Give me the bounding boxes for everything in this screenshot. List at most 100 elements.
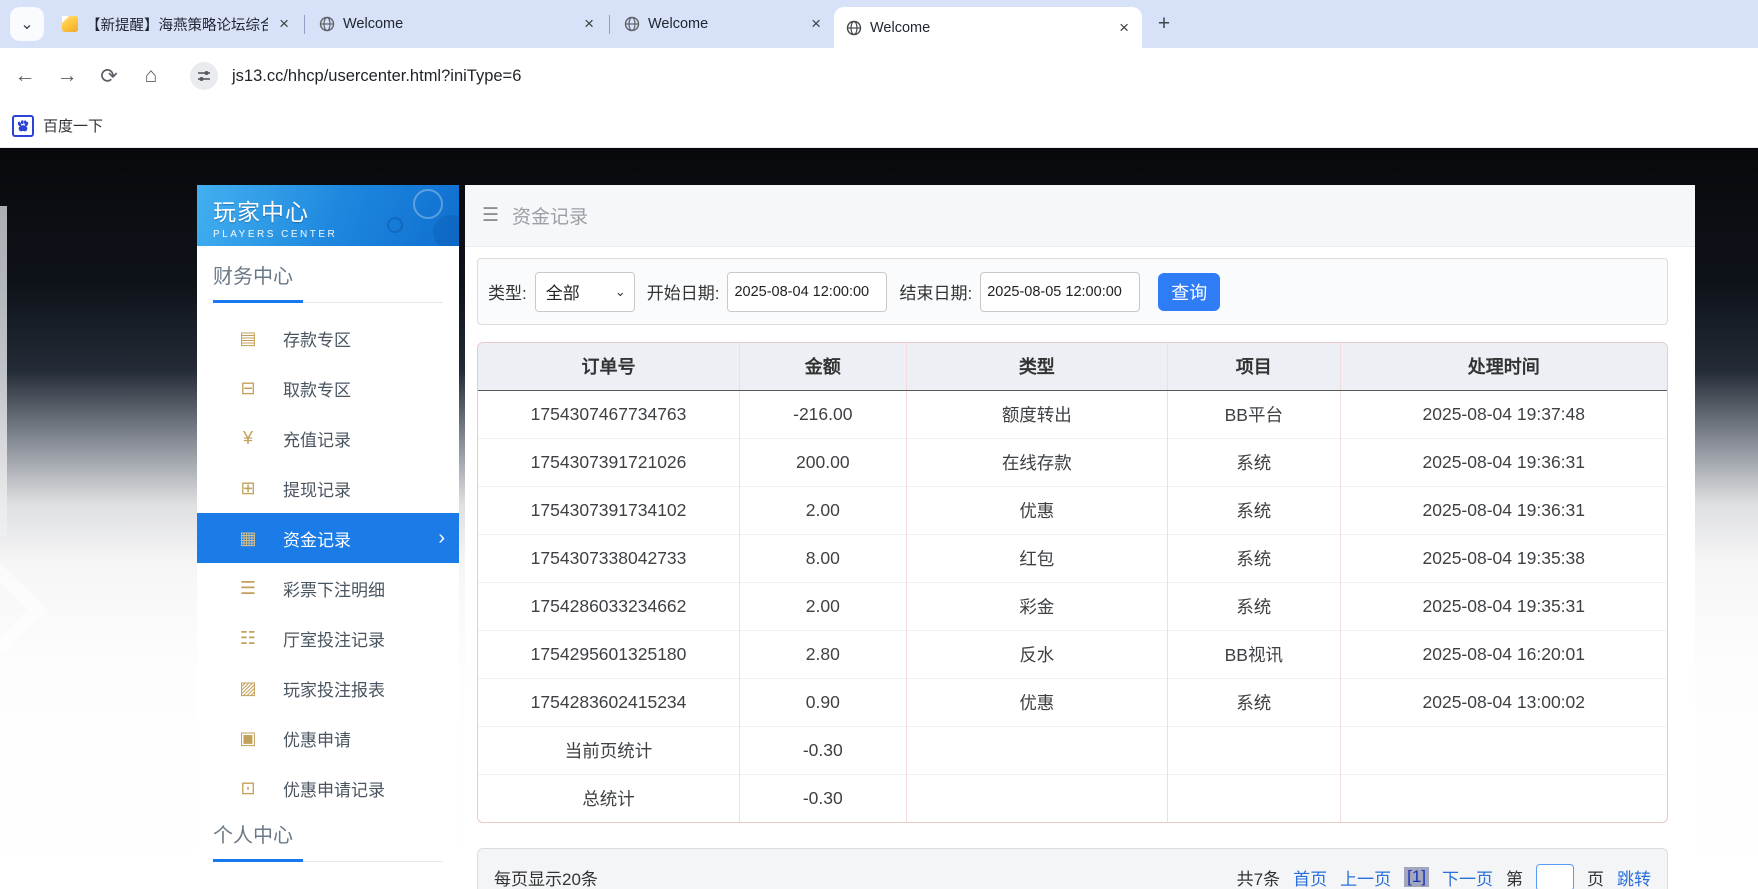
- sidebar-item-label: 彩票下注明细: [283, 576, 385, 601]
- chevron-down-icon: ⌄: [20, 14, 33, 34]
- table-row: 17543073380427338.00红包系统2025-08-04 19:35…: [478, 534, 1667, 582]
- finance-section: 财务中心: [197, 246, 459, 303]
- sidebar-item-label: 取款专区: [283, 376, 351, 401]
- table-cell: 2025-08-04 19:35:38: [1340, 534, 1667, 582]
- new-tab-button[interactable]: +: [1150, 10, 1178, 38]
- close-icon[interactable]: ×: [276, 14, 292, 34]
- browser-toolbar: ← → ⟳ ⌂ js13.cc/hhcp/usercenter.html?ini…: [0, 48, 1758, 104]
- jump-prefix-label: 第: [1506, 865, 1523, 889]
- promo-record-list-icon: ⊡: [235, 778, 261, 799]
- hamburger-icon[interactable]: ☰: [482, 204, 499, 227]
- tab-separator: [609, 15, 610, 34]
- sidebar-item-player-bet-report[interactable]: ▨玩家投注报表: [197, 663, 459, 713]
- type-select[interactable]: 全部 ⌄: [535, 272, 635, 312]
- section-underline: [213, 300, 443, 303]
- page-jump-input[interactable]: [1536, 864, 1574, 889]
- forward-icon[interactable]: →: [50, 64, 84, 88]
- end-date-label: 结束日期:: [899, 279, 972, 304]
- moneybag-icon: ¥: [235, 428, 261, 449]
- table-cell: 2025-08-04 13:00:02: [1340, 678, 1667, 726]
- table-cell: 额度转出: [906, 390, 1168, 438]
- close-icon[interactable]: ×: [581, 14, 597, 34]
- search-button[interactable]: 查询: [1158, 273, 1220, 311]
- sidebar-item-funds-records[interactable]: ▦资金记录›: [197, 513, 459, 563]
- jump-button[interactable]: 跳转: [1617, 865, 1651, 889]
- sidebar-item-label: 优惠申请记录: [283, 776, 385, 801]
- end-date-input[interactable]: [980, 272, 1140, 312]
- first-page-link[interactable]: 首页: [1293, 865, 1327, 889]
- table-cell: 当前页统计: [478, 726, 740, 774]
- start-date-input[interactable]: [727, 272, 887, 312]
- table-header-row: 订单号金额类型项目处理时间: [478, 343, 1667, 390]
- tab-forum[interactable]: 【新提醒】海燕策略论坛综合交 ×: [50, 7, 302, 41]
- globe-icon: [624, 16, 640, 32]
- table-header-cell: 订单号: [478, 343, 740, 390]
- table-cell: 1754307391734102: [478, 486, 740, 534]
- sidebar-item-label: 充值记录: [283, 426, 351, 451]
- jump-suffix-label: 页: [1587, 865, 1604, 889]
- table-cell: [906, 774, 1168, 822]
- table-cell: 200.00: [740, 438, 906, 486]
- sidebar-item-promo-apply-records[interactable]: ⊡ 优惠申请记录: [197, 763, 459, 813]
- site-settings-icon[interactable]: [190, 62, 218, 90]
- funds-record-panel: ☰ 资金记录 类型: 全部 ⌄ 开始日期: 结束日期: 查询 订单号金额类型项目…: [465, 185, 1695, 889]
- film-reel-icon: [413, 189, 443, 219]
- prev-page-link[interactable]: 上一页: [1340, 865, 1391, 889]
- table-cell: 2025-08-04 19:36:31: [1340, 486, 1667, 534]
- next-page-link[interactable]: 下一页: [1442, 865, 1493, 889]
- table-cell: 系统: [1168, 486, 1340, 534]
- sidebar-item-recharge-records[interactable]: ¥ 充值记录: [197, 413, 459, 463]
- table-cell: 2025-08-04 16:20:01: [1340, 630, 1667, 678]
- sidebar-item-label: 优惠申请: [283, 726, 351, 751]
- tab-welcome-1[interactable]: Welcome ×: [307, 7, 607, 41]
- bookmark-baidu[interactable]: 百度一下: [12, 115, 103, 137]
- close-icon[interactable]: ×: [1116, 18, 1132, 38]
- lottery-list-icon: ☰: [235, 578, 261, 599]
- table-cell: -0.30: [740, 774, 906, 822]
- tab-welcome-2[interactable]: Welcome ×: [612, 7, 834, 41]
- reload-icon[interactable]: ⟳: [92, 64, 126, 89]
- table-row: 17542836024152340.90优惠系统2025-08-04 13:00…: [478, 678, 1667, 726]
- table-cell: 系统: [1168, 438, 1340, 486]
- tab-title: Welcome: [343, 16, 573, 32]
- funds-table: 订单号金额类型项目处理时间1754307467734763-216.00额度转出…: [478, 343, 1667, 822]
- tab-welcome-active[interactable]: Welcome ×: [834, 7, 1142, 48]
- section-underline: [213, 859, 443, 862]
- table-cell: 2025-08-04 19:37:48: [1340, 390, 1667, 438]
- home-icon[interactable]: ⌂: [134, 64, 168, 88]
- tab-search-button[interactable]: ⌄: [10, 7, 44, 41]
- sidebar-header: 玩家中心 PLAYERS CENTER: [197, 185, 459, 246]
- table-cell: 1754283602415234: [478, 678, 740, 726]
- back-icon[interactable]: ←: [8, 64, 42, 88]
- finance-section-label: 财务中心: [213, 260, 443, 289]
- sidebar-item-hall-bet-records[interactable]: ☷厅室投注记录: [197, 613, 459, 663]
- sidebar-item-label: 厅室投注记录: [283, 626, 385, 651]
- table-header-cell: 类型: [906, 343, 1168, 390]
- table-cell: BB视讯: [1168, 630, 1340, 678]
- background-chevron: [0, 565, 47, 656]
- tab-separator: [304, 15, 305, 34]
- table-cell: 2.80: [740, 630, 906, 678]
- decor-circle: [433, 215, 459, 246]
- sidebar-item-deposit-zone[interactable]: ▤存款专区: [197, 313, 459, 363]
- sidebar-item-label: 存款专区: [283, 326, 351, 351]
- pagination-bar: 每页显示20条 共7条 首页 上一页 [1] 下一页 第 页 跳转: [477, 848, 1668, 889]
- sidebar-item-promo-apply[interactable]: ▣优惠申请: [197, 713, 459, 763]
- sidebar-item-withdrawal-records[interactable]: ⊞提现记录: [197, 463, 459, 513]
- sidebar-menu: ▤存款专区⊟取款专区 ¥ 充值记录 ⊞提现记录▦资金记录› ☰ 彩票下注明细 ☷厅室投注记录…: [197, 313, 459, 813]
- table-cell: 1754307391721026: [478, 438, 740, 486]
- sidebar-item-withdraw-zone[interactable]: ⊟取款专区: [197, 363, 459, 413]
- note-icon: [62, 16, 78, 32]
- background-chevron: [0, 655, 47, 746]
- start-date-label: 开始日期:: [647, 279, 720, 304]
- sidebar-item-lottery-bet-details[interactable]: ☰ 彩票下注明细: [197, 563, 459, 613]
- address-bar[interactable]: js13.cc/hhcp/usercenter.html?iniType=6: [232, 67, 521, 86]
- close-icon[interactable]: ×: [808, 14, 824, 34]
- table-cell: BB平台: [1168, 390, 1340, 438]
- table-header-cell: 处理时间: [1340, 343, 1667, 390]
- table-cell: 8.00: [740, 534, 906, 582]
- table-cell: 2025-08-04 19:35:31: [1340, 582, 1667, 630]
- tab-title: Welcome: [870, 20, 1108, 36]
- report-chart-icon: ▨: [235, 678, 261, 699]
- table-cell: 优惠: [906, 678, 1168, 726]
